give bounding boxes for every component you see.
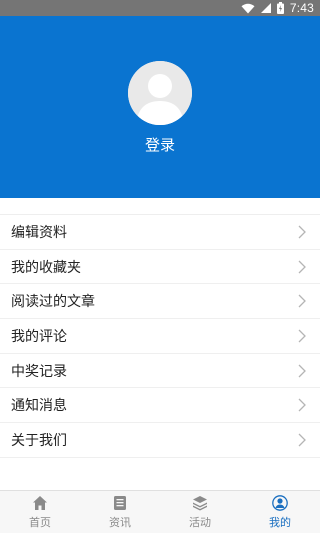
menu-item-notifications[interactable]: 通知消息 xyxy=(0,388,320,424)
battery-icon xyxy=(276,2,284,14)
menu-item-label: 我的收藏夹 xyxy=(11,259,81,276)
tab-home[interactable]: 首页 xyxy=(0,491,80,533)
tab-mine[interactable]: 我的 xyxy=(240,491,320,533)
settings-menu: 编辑资料 我的收藏夹 阅读过的文章 我的评论 中奖记录 通知消息 关于我们 xyxy=(0,214,320,458)
chevron-right-icon xyxy=(296,260,308,274)
default-user-avatar-icon xyxy=(128,61,192,125)
chevron-right-icon xyxy=(296,433,308,447)
chevron-right-icon xyxy=(296,329,308,343)
tab-news[interactable]: 资讯 xyxy=(80,491,160,533)
login-button[interactable]: 登录 xyxy=(0,134,320,155)
menu-item-label: 通知消息 xyxy=(11,398,67,415)
section-spacer xyxy=(0,198,320,214)
tab-activities[interactable]: 活动 xyxy=(160,491,240,533)
chevron-right-icon xyxy=(296,225,308,239)
profile-header: 登录 xyxy=(0,16,320,198)
menu-item-label: 关于我们 xyxy=(11,432,67,449)
wifi-icon xyxy=(241,3,255,14)
status-time: 7:43 xyxy=(289,1,314,15)
chevron-right-icon xyxy=(296,294,308,308)
menu-item-my-comments[interactable]: 我的评论 xyxy=(0,319,320,354)
menu-item-label: 中奖记录 xyxy=(11,363,67,380)
tab-label: 首页 xyxy=(29,515,51,529)
chevron-right-icon xyxy=(296,364,308,378)
menu-item-favorites[interactable]: 我的收藏夹 xyxy=(0,250,320,285)
menu-item-label: 阅读过的文章 xyxy=(11,294,95,311)
menu-item-label: 我的评论 xyxy=(11,328,67,345)
menu-item-prize-records[interactable]: 中奖记录 xyxy=(0,354,320,389)
avatar[interactable] xyxy=(128,61,192,125)
news-icon xyxy=(114,495,126,510)
layers-icon xyxy=(193,495,207,510)
bottom-tab-bar: 首页 资讯 活动 我的 xyxy=(0,490,320,533)
tab-label: 资讯 xyxy=(109,515,131,529)
tab-label: 活动 xyxy=(189,515,211,529)
home-icon xyxy=(33,495,47,510)
menu-item-about-us[interactable]: 关于我们 xyxy=(0,423,320,458)
signal-icon xyxy=(260,3,271,13)
status-bar: 7:43 xyxy=(0,0,320,16)
menu-item-label: 编辑资料 xyxy=(11,224,67,241)
user-icon xyxy=(272,494,288,511)
menu-item-edit-profile[interactable]: 编辑资料 xyxy=(0,215,320,250)
chevron-right-icon xyxy=(296,398,308,412)
tab-label: 我的 xyxy=(269,515,291,529)
menu-item-read-articles[interactable]: 阅读过的文章 xyxy=(0,284,320,320)
